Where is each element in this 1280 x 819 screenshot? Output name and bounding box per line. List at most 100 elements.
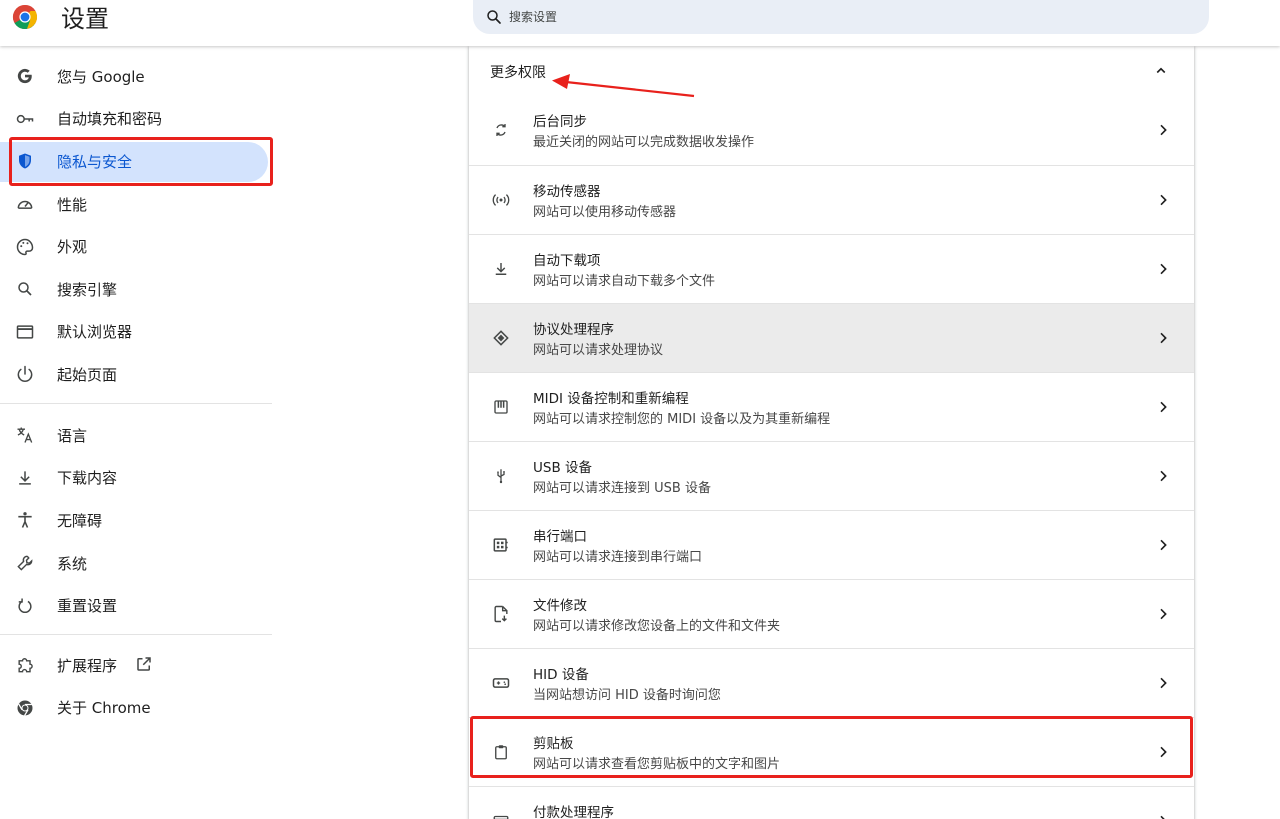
chevron-right-icon: [1160, 815, 1165, 819]
download-icon: [15, 468, 35, 488]
usb-icon: [491, 466, 511, 486]
sidebar-item-label: 重置设置: [57, 597, 118, 616]
permission-title: 文件修改: [533, 598, 587, 614]
permission-desc: 网站可以请求连接到串行端口: [533, 550, 703, 565]
wrench-icon: [15, 553, 35, 573]
permission-desc: 网站可以请求处理协议: [533, 343, 664, 358]
chevron-right-icon: [1160, 677, 1167, 689]
chevron-right-icon: [1160, 470, 1167, 482]
permission-row-protocol-handlers[interactable]: 协议处理程序 网站可以请求处理协议: [469, 303, 1194, 372]
sidebar-item-on-startup[interactable]: 起始页面: [0, 353, 272, 396]
permission-title: 自动下载项: [533, 253, 601, 269]
serial-port-icon: [491, 535, 511, 555]
sidebar-item-you-and-google[interactable]: 您与 Google: [0, 55, 272, 98]
browser-window-icon: [15, 322, 35, 342]
sidebar-item-system[interactable]: 系统: [0, 542, 272, 585]
permission-desc: 网站可以使用移动传感器: [533, 205, 677, 220]
search-icon: [487, 10, 501, 24]
gamepad-icon: [491, 673, 511, 693]
permission-row-clipboard[interactable]: 剪贴板 网站可以请求查看您剪贴板中的文字和图片: [469, 717, 1194, 786]
permission-row-automatic-downloads[interactable]: 自动下载项 网站可以请求自动下载多个文件: [469, 234, 1194, 303]
permission-row-serial-ports[interactable]: 串行端口 网站可以请求连接到串行端口: [469, 510, 1194, 579]
chevron-right-icon: [1160, 263, 1167, 275]
chevron-right-icon: [1160, 124, 1167, 136]
sidebar-item-autofill[interactable]: 自动填充和密码: [0, 98, 272, 141]
permission-row-background-sync[interactable]: 后台同步 最近关闭的网站可以完成数据收发操作: [469, 96, 1194, 165]
key-icon: [15, 109, 35, 129]
section-title: 更多权限: [490, 65, 546, 81]
permission-desc: 网站可以请求自动下载多个文件: [533, 274, 716, 289]
permission-row-file-editing[interactable]: 文件修改 网站可以请求修改您设备上的文件和文件夹: [469, 579, 1194, 648]
sensor-icon: [491, 190, 511, 210]
chevron-right-icon: [1160, 539, 1167, 551]
sidebar-divider: [0, 634, 272, 635]
payment-icon: [491, 811, 511, 819]
sidebar-item-label: 隐私与安全: [57, 152, 133, 171]
external-link-icon[interactable]: [135, 655, 153, 673]
chrome-icon: [15, 698, 35, 718]
permission-desc: 最近关闭的网站可以完成数据收发操作: [533, 135, 755, 150]
sidebar-item-accessibility[interactable]: 无障碍: [0, 499, 272, 542]
permission-title: 付款处理程序: [533, 805, 614, 819]
permission-desc: 网站可以请求控制您的 MIDI 设备以及为其重新编程: [533, 412, 831, 427]
sidebar-item-label: 下载内容: [57, 469, 118, 488]
speedometer-icon: [15, 194, 35, 214]
permission-title: 后台同步: [533, 114, 587, 130]
permission-row-payment-handlers[interactable]: 付款处理程序: [469, 786, 1194, 819]
sidebar-divider: [0, 403, 272, 404]
sidebar-item-label: 自动填充和密码: [57, 110, 163, 129]
permission-desc: 当网站想访问 HID 设备时询问您: [533, 688, 721, 703]
permission-title: 串行端口: [533, 529, 587, 545]
sidebar-item-privacy-security[interactable]: 隐私与安全: [0, 140, 272, 183]
sidebar-item-label: 起始页面: [57, 365, 118, 384]
permission-row-hid-devices[interactable]: HID 设备 当网站想访问 HID 设备时询问您: [469, 648, 1194, 717]
permission-desc: 网站可以请求查看您剪贴板中的文字和图片: [533, 757, 781, 772]
sidebar-item-default-browser[interactable]: 默认浏览器: [0, 311, 272, 354]
app-title: 设置: [61, 5, 109, 33]
sidebar-item-reset-settings[interactable]: 重置设置: [0, 584, 272, 627]
permission-title: 协议处理程序: [533, 322, 614, 338]
sidebar-item-label: 性能: [57, 195, 88, 214]
sidebar-item-search-engine[interactable]: 搜索引擎: [0, 268, 272, 311]
permission-desc: 网站可以请求修改您设备上的文件和文件夹: [533, 619, 781, 634]
permission-row-midi-devices[interactable]: MIDI 设备控制和重新编程 网站可以请求控制您的 MIDI 设备以及为其重新编…: [469, 372, 1194, 441]
sidebar-item-appearance[interactable]: 外观: [0, 225, 272, 268]
clipboard-icon: [491, 742, 511, 762]
power-icon: [15, 364, 35, 384]
sidebar-item-label: 无障碍: [57, 511, 103, 530]
sidebar-item-label: 系统: [57, 554, 88, 573]
permission-title: 移动传感器: [533, 184, 601, 200]
sidebar-item-label: 默认浏览器: [57, 323, 133, 342]
permission-title: 剪贴板: [533, 736, 574, 752]
more-permissions-header[interactable]: 更多权限: [469, 46, 1194, 96]
file-edit-icon: [491, 604, 511, 624]
google-icon: [15, 66, 35, 86]
puzzle-icon: [15, 655, 35, 675]
sidebar-item-downloads[interactable]: 下载内容: [0, 457, 272, 500]
accessibility-icon: [15, 510, 35, 530]
sidebar-item-label: 外观: [57, 238, 88, 257]
search-box[interactable]: [473, 0, 1209, 34]
permission-desc: 网站可以请求连接到 USB 设备: [533, 481, 711, 496]
sidebar-item-performance[interactable]: 性能: [0, 183, 272, 226]
sidebar-item-label: 关于 Chrome: [57, 699, 151, 718]
piano-icon: [491, 397, 511, 417]
sidebar-item-label: 语言: [57, 426, 88, 445]
chevron-right-icon: [1160, 401, 1167, 413]
chevron-up-icon[interactable]: [1152, 62, 1170, 80]
chevron-right-icon: [1160, 194, 1167, 206]
search-input[interactable]: [509, 10, 1159, 24]
sidebar-item-languages[interactable]: 语言: [0, 414, 272, 457]
search-icon: [15, 279, 35, 299]
permission-row-motion-sensors[interactable]: 移动传感器 网站可以使用移动传感器: [469, 165, 1194, 234]
download-icon: [491, 259, 511, 279]
sync-icon: [491, 120, 511, 140]
sidebar-item-about-chrome[interactable]: 关于 Chrome: [0, 687, 272, 730]
chevron-right-icon: [1160, 608, 1167, 620]
permission-row-usb-devices[interactable]: USB 设备 网站可以请求连接到 USB 设备: [469, 441, 1194, 510]
protocol-handler-icon: [491, 328, 511, 348]
sidebar-item-label: 扩展程序: [57, 656, 118, 675]
reset-icon: [15, 596, 35, 616]
active-indicator: [0, 142, 268, 183]
palette-icon: [15, 237, 35, 257]
